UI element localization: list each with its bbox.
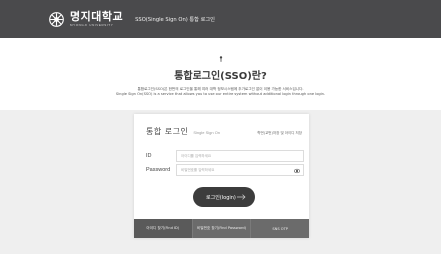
password-input[interactable] (181, 168, 303, 172)
logo-english-text: MYONGJI UNIVERSITY (70, 23, 114, 27)
logo-korean-text: 명지대학교 (70, 10, 124, 23)
arrow-right-icon (237, 194, 246, 200)
university-emblem-icon (48, 11, 65, 28)
sns-otp-link[interactable]: SNS OTP (251, 219, 309, 238)
intro-title: 통합로그인(SSO)란? (174, 71, 267, 82)
university-logo[interactable]: 명지대학교 MYONGJI UNIVERSITY (48, 11, 123, 28)
key-icon (219, 56, 222, 62)
find-password-link[interactable]: 비밀번호 찾기(Find Password) (193, 219, 252, 238)
login-button[interactable]: 로그인(login) (193, 187, 255, 207)
top-header: 명지대학교 MYONGJI UNIVERSITY SSO(Single Sign… (0, 0, 441, 38)
password-label: Password (146, 167, 171, 173)
page-title: SSO(Single Sign On) 통합 로그인 (135, 16, 215, 23)
password-row: Password (146, 164, 304, 176)
login-button-label: 로그인(login) (206, 194, 236, 201)
intro-description-english: Single Sign On(SSO) is a service that al… (115, 92, 326, 96)
login-subtitle: Single Sign On (193, 130, 221, 135)
login-card: 통합 로그인 Single Sign On 학번(교번)저장 및 아이디 저장 … (134, 114, 309, 238)
login-title: 통합 로그인 (146, 127, 189, 136)
show-password-icon[interactable] (294, 168, 300, 174)
id-row: ID (146, 150, 304, 162)
login-card-header: 통합 로그인 Single Sign On 학번(교번)저장 및 아이디 저장 (146, 126, 306, 137)
sso-intro: 통합로그인(SSO)란? 통합로그인(SSO)은 한번의 로그인을 통해 여러 … (0, 56, 441, 97)
id-input[interactable] (181, 154, 303, 158)
find-id-link[interactable]: 아이디 찾기(Find ID) (134, 219, 193, 238)
id-label: ID (146, 153, 152, 159)
login-card-footer: 아이디 찾기(Find ID) 비밀번호 찾기(Find Password) S… (134, 219, 309, 238)
save-id-option[interactable]: 학번(교번)저장 및 아이디 저장 (257, 131, 302, 136)
password-field-box (176, 164, 304, 176)
id-field-box (176, 150, 304, 162)
